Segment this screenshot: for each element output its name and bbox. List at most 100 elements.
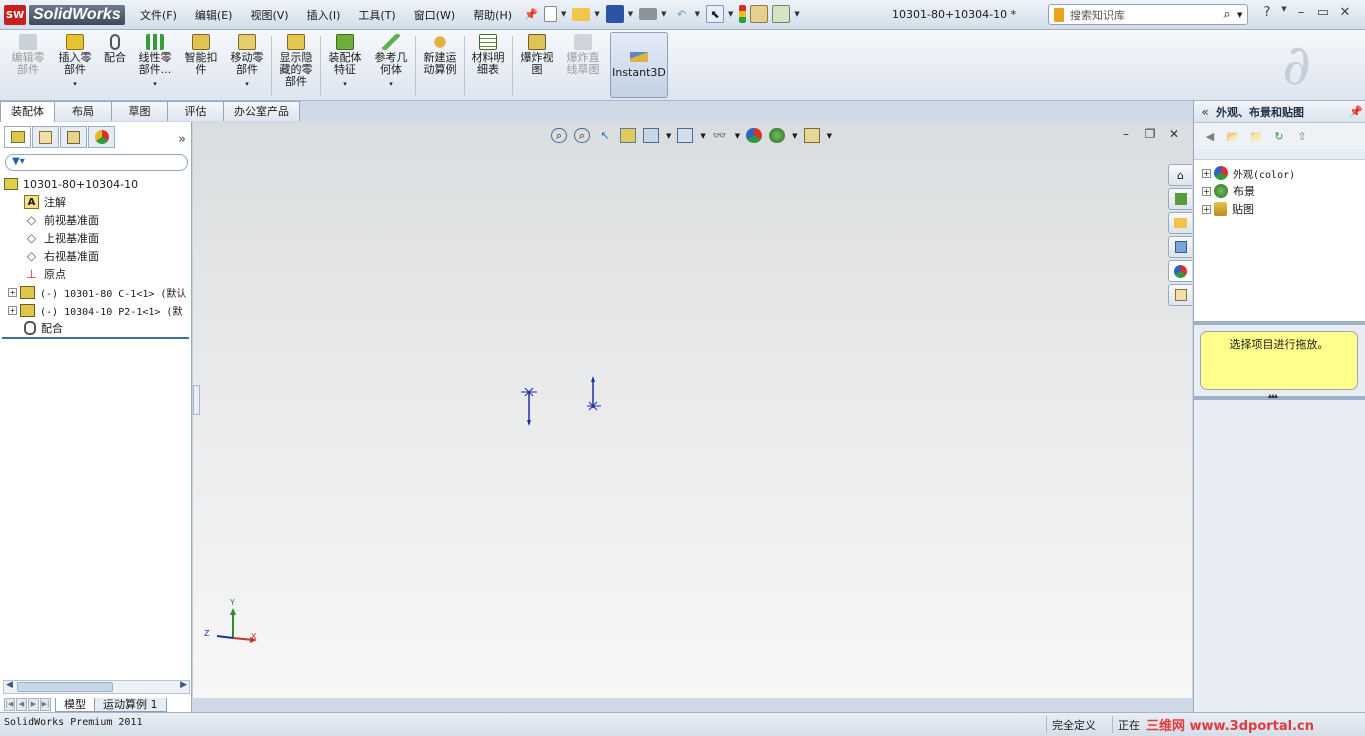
last-tab-icon[interactable]: ▶| [40,698,51,711]
view-settings-dropdown-icon[interactable]: ▼ [827,132,832,140]
viewport-restore-icon[interactable]: ❐ [1138,127,1162,141]
panel-resize-grip[interactable] [193,385,200,415]
help-button[interactable]: ? [1256,5,1278,20]
restore-button[interactable]: ▭ [1312,5,1334,20]
scroll-left-icon[interactable]: ◀ [6,680,13,690]
hide-show-items-icon[interactable]: 👓 [712,128,728,143]
select-arrow-icon[interactable]: ⬉ [705,5,724,23]
refresh-icon[interactable]: ↻ [1269,127,1289,145]
tab-assembly[interactable]: 装配体 [0,101,55,122]
tree-item-origin[interactable]: ⊥ 原点 [0,265,190,283]
origin-marker-10301-80[interactable] [519,384,539,428]
file-properties-icon[interactable] [750,5,769,23]
tab-layout[interactable]: 布局 [54,101,112,121]
viewport-minimize-icon[interactable]: – [1114,127,1138,141]
file-explorer-tab[interactable] [1168,212,1192,234]
tab-sketch[interactable]: 草图 [111,101,168,121]
save-dropdown-icon[interactable]: ▼ [628,10,633,18]
expand-icon[interactable]: + [1202,168,1211,178]
move-part-button[interactable]: 移动零 部件 ▾ [226,34,268,90]
add-folder-icon[interactable]: 📂 [1223,127,1243,145]
sw-resources-tab[interactable]: ⌂ [1168,164,1192,186]
menu-window[interactable]: 窗口(W) [414,7,455,23]
view-palette-tab[interactable] [1168,236,1192,258]
tab-office-products[interactable]: 办公室产品 [223,101,300,121]
mate-button[interactable]: 配合 [100,34,130,64]
solidworks-logo[interactable]: SW SolidWorks [4,4,125,26]
section-view-icon[interactable] [620,128,636,143]
reference-geometry-dropdown-icon[interactable]: ▾ [389,78,393,90]
print-icon[interactable] [639,8,658,20]
open-folder-icon[interactable] [572,7,591,21]
collapse-pane-icon[interactable]: « [1194,105,1216,119]
prev-tab-icon[interactable]: ◀ [16,698,27,711]
insert-part-dropdown-icon[interactable]: ▾ [73,78,77,90]
new-motion-study-button[interactable]: 新建运 动算例 [419,34,461,76]
hide-show-dropdown-icon[interactable]: ▼ [735,132,740,140]
tree-root[interactable]: 10301-80+10304-10 [0,175,190,193]
linear-pattern-button[interactable]: 线性零 部件... ▾ [134,34,176,90]
up-level-icon[interactable]: ⇧ [1292,127,1312,145]
assembly-features-button[interactable]: 装配体 特征 ▾ [324,34,366,90]
menu-help[interactable]: 帮助(H) [473,7,512,23]
menu-insert[interactable]: 插入(I) [307,7,341,23]
menu-file[interactable]: 文件(F) [140,7,177,23]
expand-panel-icon[interactable]: » [178,132,186,147]
pin-icon[interactable]: 📌 [522,5,540,23]
library-item-decals[interactable]: + 贴图 [1194,200,1365,218]
apply-scene-icon[interactable] [769,128,786,143]
save-icon[interactable] [605,5,624,23]
edit-appearance-icon[interactable] [746,128,763,143]
rollback-bar[interactable] [2,337,189,339]
print-dropdown-icon[interactable]: ▼ [661,10,666,18]
new-dropdown-icon[interactable]: ▼ [561,10,566,18]
view-settings-icon[interactable] [803,128,820,143]
reference-geometry-button[interactable]: 参考几 何体 ▾ [370,34,412,90]
tree-item-annotations[interactable]: A 注解 [0,193,190,211]
smart-fasteners-button[interactable]: 智能扣 件 [180,34,222,76]
expand-icon[interactable]: + [8,305,17,315]
search-input[interactable]: 搜索知识库 [1070,7,1217,23]
scroll-right-icon[interactable]: ▶ [180,680,187,690]
apply-scene-dropdown-icon[interactable]: ▼ [792,132,797,140]
explode-line-sketch-button[interactable]: 爆炸直 线草图 [562,34,604,76]
graphics-area[interactable]: ⌕ ⌕ ↖ ▼ ▼ 👓 ▼ ▼ ▼ – ❐ ✕ Y X Z ⌂ [192,122,1192,698]
scroll-thumb[interactable] [17,682,113,692]
zoom-to-area-icon[interactable]: ⌕ [574,128,590,143]
undo-dropdown-icon[interactable]: ▼ [695,10,700,18]
exploded-view-button[interactable]: 爆炸视 图 [516,34,558,76]
viewport-close-icon[interactable]: ✕ [1162,127,1186,141]
design-library-tab[interactable] [1168,188,1192,210]
rebuild-traffic-light-icon[interactable] [739,5,747,23]
new-document-icon[interactable] [544,6,557,22]
menu-view[interactable]: 视图(V) [250,7,288,23]
horizontal-scrollbar[interactable]: ◀ ▶ [3,680,190,694]
options-icon[interactable] [772,5,791,23]
insert-part-button[interactable]: 插入零 部件 ▾ [54,34,96,90]
expand-icon[interactable]: + [1202,186,1211,196]
custom-properties-tab[interactable] [1168,284,1192,306]
view-orientation-dropdown-icon[interactable]: ▼ [666,132,671,140]
open-dropdown-icon[interactable]: ▼ [594,10,599,18]
library-item-appearances[interactable]: + 外观(color) [1194,164,1365,182]
tree-item-top-plane[interactable]: ◇ 上视基准面 [0,229,190,247]
edit-part-button[interactable]: 编辑零 部件 [8,34,48,76]
instant3d-button[interactable]: Instant3D [610,32,668,98]
tree-item-mates[interactable]: 配合 [0,319,190,337]
open-folder-icon[interactable]: 📁 [1246,127,1266,145]
previous-view-icon[interactable]: ↖ [597,128,613,143]
search-icon[interactable]: ⌕ [1217,7,1237,22]
appearances-tab[interactable] [1168,260,1192,282]
search-dropdown-icon[interactable]: ▼ [1237,11,1247,19]
bom-button[interactable]: 材料明 细表 [468,34,508,76]
view-orientation-icon[interactable] [643,128,659,143]
tab-evaluate[interactable]: 评估 [167,101,224,121]
property-manager-tab[interactable] [32,126,59,148]
show-hidden-parts-button[interactable]: 显示隐 藏的零 部件 [276,34,316,88]
first-tab-icon[interactable]: |◀ [4,698,15,711]
origin-marker-10304-10[interactable] [583,374,603,414]
next-tab-icon[interactable]: ▶ [28,698,39,711]
tree-item-part-10301-80[interactable]: + (-) 10301-80 C-1<1> (默认 [0,283,190,301]
display-style-icon[interactable] [677,128,694,143]
tree-item-front-plane[interactable]: ◇ 前视基准面 [0,211,190,229]
